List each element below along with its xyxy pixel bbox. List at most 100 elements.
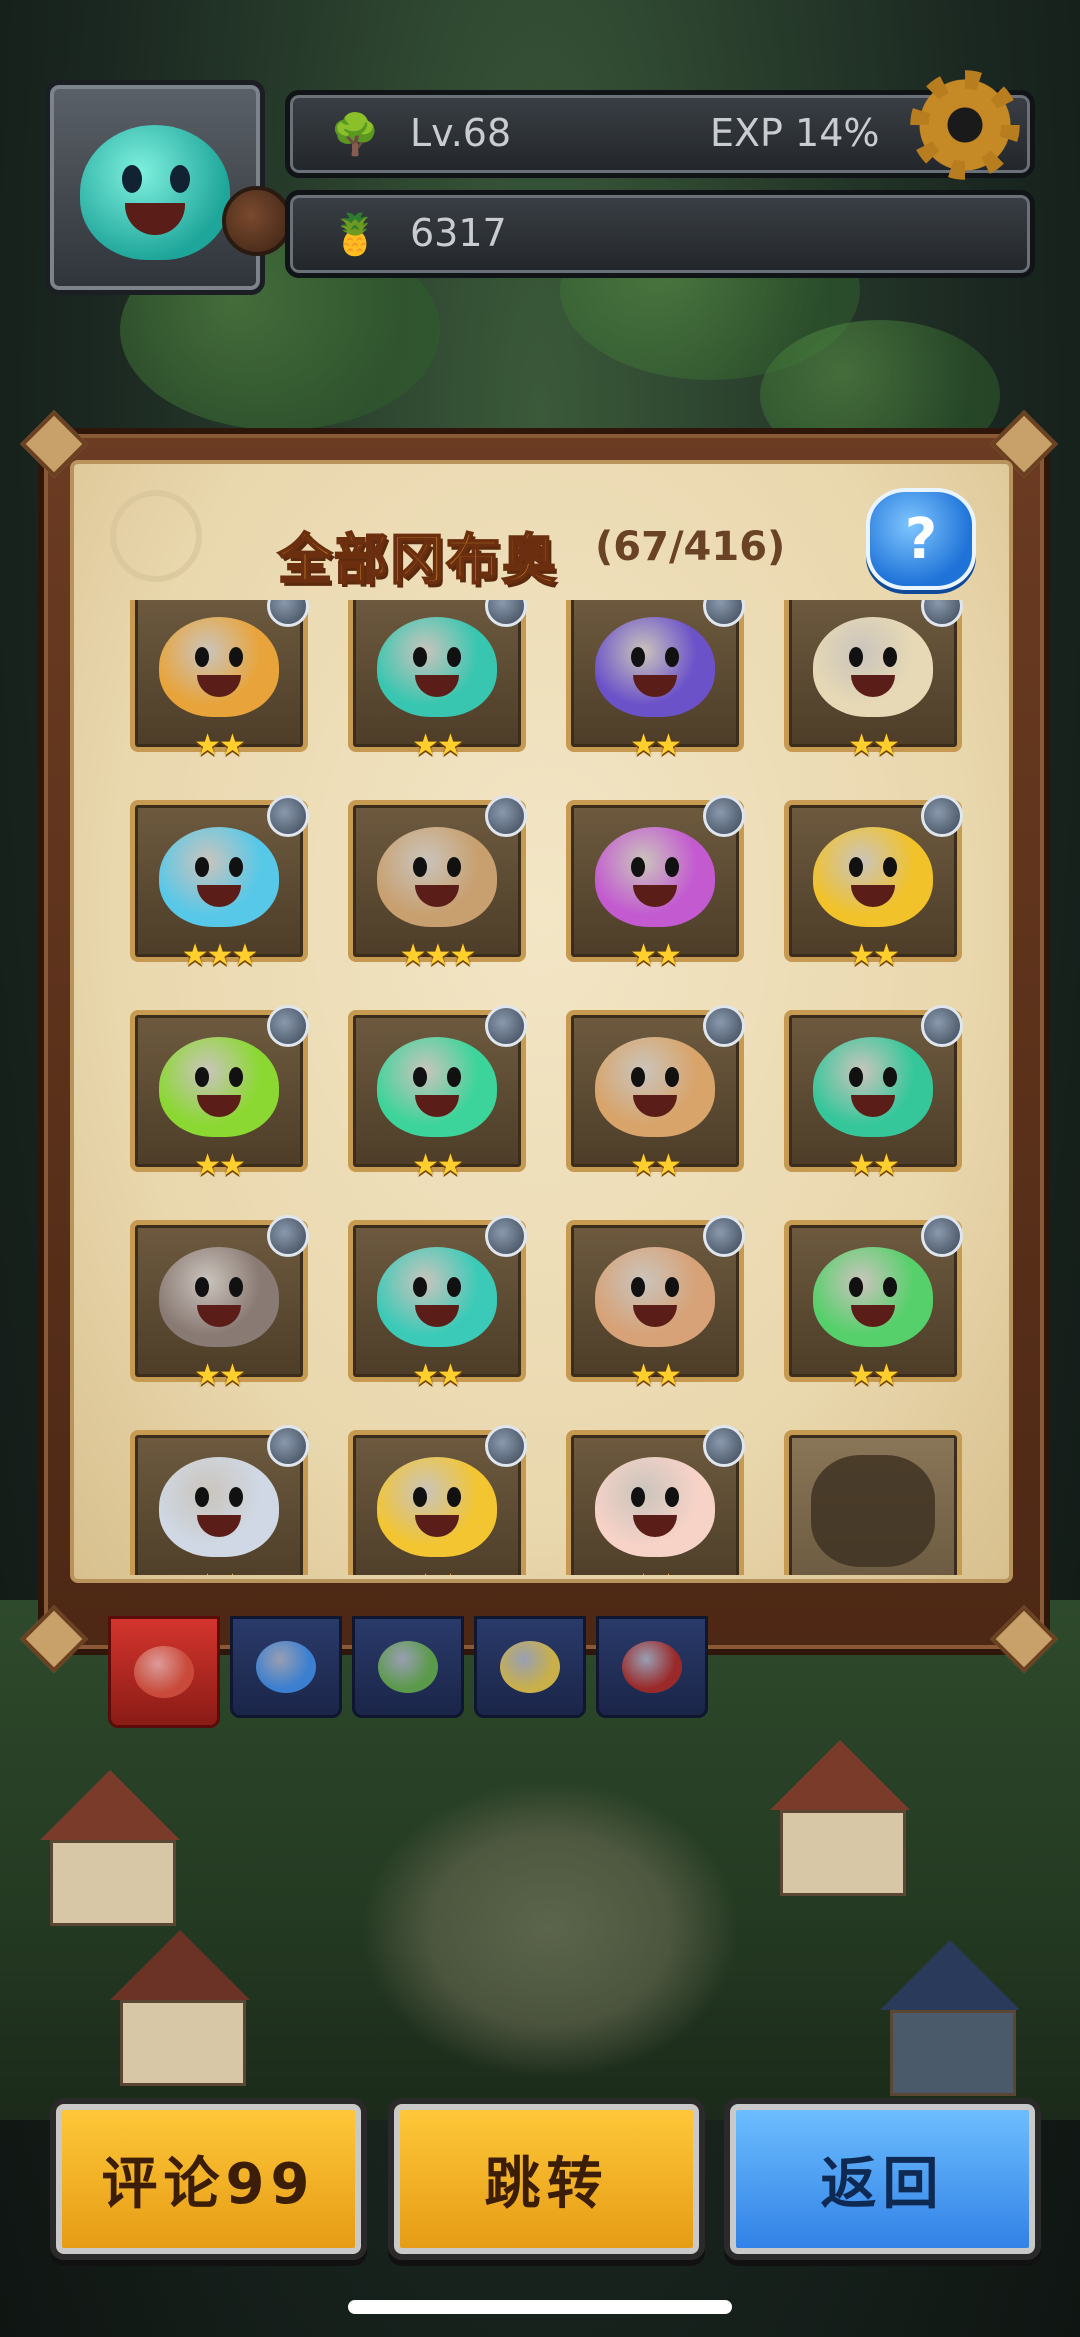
element-badge-icon: [267, 795, 309, 837]
creature-card[interactable]: ★★: [130, 600, 309, 763]
star-rating: ★★: [630, 1358, 682, 1393]
jump-button[interactable]: 跳转: [388, 2098, 705, 2260]
element-badge-icon: [267, 1005, 309, 1047]
element-badge-icon: [485, 600, 527, 627]
creature-card[interactable]: ★★: [348, 1425, 527, 1575]
creature-card[interactable]: ★★: [130, 1425, 309, 1575]
creature-portrait: [377, 827, 497, 927]
creature-card[interactable]: ★★: [566, 1215, 745, 1393]
creature-portrait: [377, 1037, 497, 1137]
collection-grid[interactable]: ★★★★★★★★★★★★★★★★★★★★★★★★★★★★★★★★★★★★★★★★: [90, 600, 990, 1575]
house: [770, 1740, 910, 1896]
creature-card[interactable]: ★★: [348, 1215, 527, 1393]
review-button[interactable]: 评论99: [50, 2098, 367, 2260]
creature-card[interactable]: ★★★: [348, 795, 527, 973]
star-rating: ★★: [848, 1358, 900, 1393]
star-rating: ★★: [194, 1358, 246, 1393]
creature-portrait: [595, 617, 715, 717]
house: [40, 1770, 180, 1926]
element-badge-icon: [267, 600, 309, 627]
tree-icon: 🌳: [330, 111, 380, 158]
element-badge-icon: [921, 1005, 963, 1047]
star-rating: ★★: [848, 728, 900, 763]
star-rating: ★★: [135, 1568, 303, 1575]
creature-card[interactable]: ★★: [566, 795, 745, 973]
creature-card[interactable]: ★★: [566, 1425, 745, 1575]
element-badge-icon: [703, 1215, 745, 1257]
star-rating: ★★: [848, 1148, 900, 1183]
level-text: Lv.68: [410, 111, 512, 155]
player-avatar[interactable]: [45, 80, 292, 295]
tab-light[interactable]: [474, 1616, 586, 1718]
collection-count: (67/416): [595, 524, 786, 570]
element-badge-icon: [485, 1425, 527, 1467]
creature-card[interactable]: ★★: [348, 1005, 527, 1183]
creature-card[interactable]: ★★: [784, 1005, 963, 1183]
tab-creature-icon: [256, 1641, 316, 1693]
tab-dark[interactable]: [596, 1616, 708, 1718]
star-rating: ★★: [630, 938, 682, 973]
locked-creature-card[interactable]: [784, 1430, 962, 1575]
creature-portrait: [813, 827, 933, 927]
gear-icon[interactable]: [910, 70, 1020, 180]
tab-nature[interactable]: [352, 1616, 464, 1718]
star-rating: ★★: [630, 1148, 682, 1183]
element-badge-icon: [703, 795, 745, 837]
creature-card[interactable]: ★★: [566, 600, 745, 763]
tab-all[interactable]: [108, 1616, 220, 1728]
tab-creature-icon: [622, 1641, 682, 1693]
creature-card[interactable]: ★★: [784, 1215, 963, 1393]
gold-amount: 6317: [410, 211, 507, 255]
creature-portrait: [377, 1457, 497, 1557]
back-button[interactable]: 返回: [724, 2098, 1041, 2260]
star-rating: ★★: [412, 728, 464, 763]
help-button[interactable]: ?: [866, 488, 976, 590]
gold-bar: 🍍 6317: [285, 190, 1035, 278]
creature-silhouette: [811, 1455, 935, 1567]
creature-card[interactable]: ★★: [348, 600, 527, 763]
element-badge-icon: [703, 600, 745, 627]
star-rating: ★★★: [181, 938, 259, 973]
panel-title: 全部冈布奥: [277, 527, 558, 592]
creature-portrait: [159, 1037, 279, 1137]
star-rating: ★★: [571, 1568, 739, 1575]
creature-card[interactable]: ★★: [130, 1005, 309, 1183]
tab-creature-icon: [500, 1641, 560, 1693]
question-icon: ?: [904, 506, 938, 572]
home-indicator[interactable]: [348, 2300, 732, 2314]
creature-card[interactable]: ★★: [784, 795, 963, 973]
ornament-swirl-icon: [110, 490, 202, 582]
element-badge-icon: [921, 795, 963, 837]
element-badge-icon: [267, 1425, 309, 1467]
creature-portrait: [813, 617, 933, 717]
element-badge-icon: [921, 600, 963, 627]
creature-portrait: [595, 1037, 715, 1137]
creature-card[interactable]: ★★: [566, 1005, 745, 1183]
category-tabs: [108, 1616, 708, 1728]
house: [110, 1930, 250, 2086]
star-rating: ★★: [848, 938, 900, 973]
star-rating: ★★: [194, 1148, 246, 1183]
creature-portrait: [595, 1247, 715, 1347]
creature-portrait: [595, 1457, 715, 1557]
element-badge-icon: [485, 1215, 527, 1257]
tab-water[interactable]: [230, 1616, 342, 1718]
star-rating: ★★: [194, 728, 246, 763]
avatar-creature: [80, 125, 230, 260]
creature-card[interactable]: ★★: [784, 600, 963, 763]
creature-portrait: [159, 1247, 279, 1347]
creature-portrait: [159, 827, 279, 927]
exp-text: EXP 14%: [710, 111, 880, 155]
village-path: [360, 1780, 740, 2080]
element-badge-icon: [267, 1215, 309, 1257]
creature-card[interactable]: ★★: [130, 1215, 309, 1393]
creature-card[interactable]: ★★★: [130, 795, 309, 973]
star-rating: ★★: [630, 728, 682, 763]
tab-creature-icon: [134, 1646, 194, 1698]
avatar-badge-icon: [222, 186, 292, 256]
house: [880, 1940, 1020, 2096]
star-rating: ★★: [353, 1568, 521, 1575]
star-rating: ★★★: [399, 938, 477, 973]
creature-portrait: [595, 827, 715, 927]
element-badge-icon: [485, 795, 527, 837]
